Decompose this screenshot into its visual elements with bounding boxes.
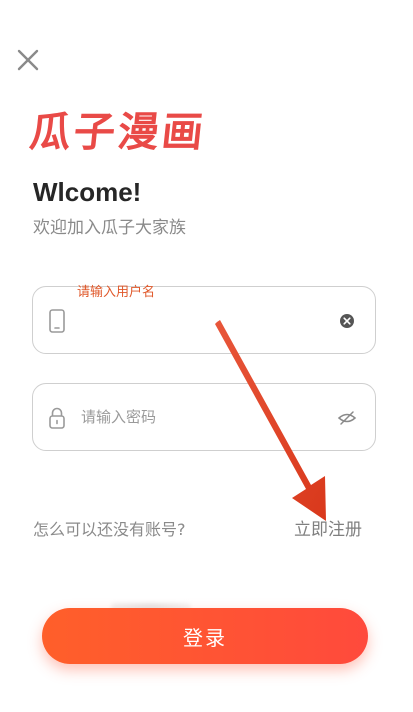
no-account-prompt: 怎么可以还没有账号? — [33, 520, 186, 539]
eye-hidden-icon[interactable] — [337, 408, 357, 428]
username-floating-label: 请输入用户名 — [77, 285, 156, 300]
lock-icon — [49, 407, 65, 429]
welcome-heading: Wlcome! — [33, 177, 142, 207]
close-icon — [17, 49, 39, 71]
app-logo: 瓜子漫画 — [27, 108, 209, 156]
login-button[interactable]: 登录 — [42, 608, 368, 664]
password-input[interactable] — [79, 384, 327, 450]
register-link[interactable]: 立即注册 — [294, 517, 362, 543]
phone-icon — [49, 309, 65, 333]
password-field[interactable] — [32, 383, 376, 451]
close-button[interactable] — [14, 46, 42, 74]
clear-icon[interactable] — [337, 311, 357, 331]
welcome-subtitle: 欢迎加入瓜子大家族 — [33, 218, 186, 238]
